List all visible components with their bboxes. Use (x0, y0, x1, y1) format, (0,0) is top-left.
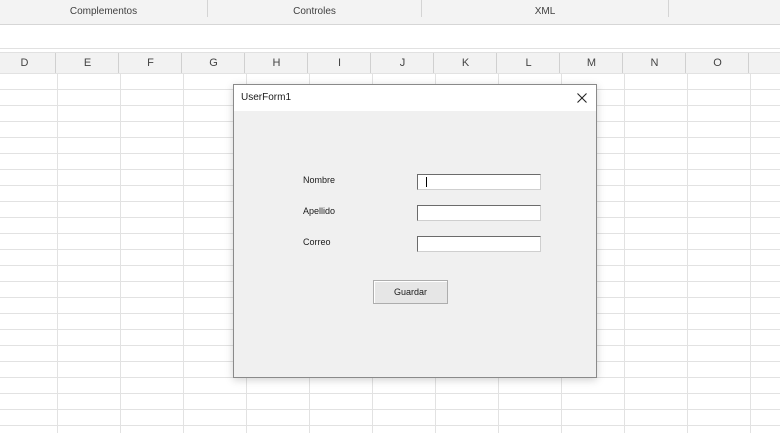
userform-dialog: UserForm1 Nombre Apellido Correo Guardar (233, 84, 597, 378)
column-header-i[interactable]: I (309, 53, 371, 73)
column-header-g[interactable]: G (183, 53, 245, 73)
column-header-j[interactable]: J (372, 53, 434, 73)
column-header-l[interactable]: L (498, 53, 560, 73)
ribbon-group-labels: Complementos Controles XML (0, 0, 780, 25)
column-header-e[interactable]: E (57, 53, 119, 73)
text-caret (426, 177, 427, 187)
ribbon-group-complementos: Complementos (69, 6, 138, 17)
nombre-field[interactable] (417, 174, 541, 190)
correo-field[interactable] (417, 236, 541, 252)
apellido-label: Apellido (303, 206, 336, 216)
dialog-title: UserForm1 (241, 92, 292, 103)
column-header-d[interactable]: D (0, 53, 56, 73)
column-header-f[interactable]: F (120, 53, 182, 73)
column-header-row: D E F G H I J K L M N O (0, 52, 780, 74)
column-header-o[interactable]: O (687, 53, 749, 73)
column-header-n[interactable]: N (624, 53, 686, 73)
close-icon (577, 93, 587, 103)
column-header-k[interactable]: K (435, 53, 497, 73)
apellido-field[interactable] (417, 205, 541, 221)
close-button[interactable] (568, 85, 596, 111)
ribbon-group-controles: Controles (293, 6, 336, 17)
ribbon-group-xml: XML (534, 6, 556, 17)
column-header-partial[interactable] (750, 53, 780, 73)
nombre-label: Nombre (303, 175, 336, 185)
ribbon-separator (668, 0, 669, 17)
formula-bar[interactable] (0, 25, 780, 49)
correo-label: Correo (303, 237, 331, 247)
column-header-h[interactable]: H (246, 53, 308, 73)
dialog-titlebar[interactable]: UserForm1 (234, 85, 596, 111)
column-header-m[interactable]: M (561, 53, 623, 73)
guardar-button[interactable]: Guardar (373, 280, 448, 304)
